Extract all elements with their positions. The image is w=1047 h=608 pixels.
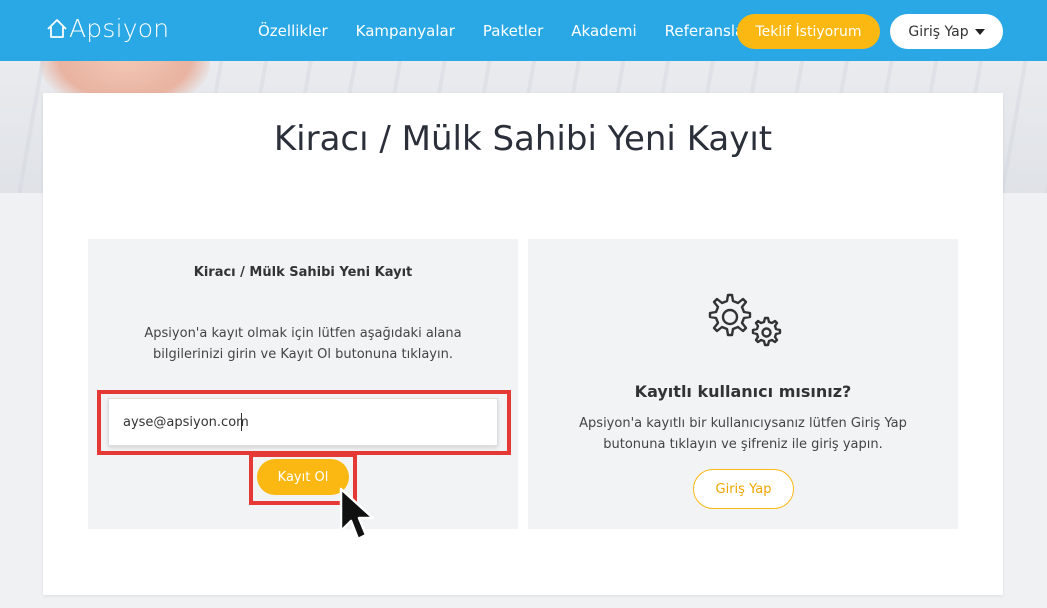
register-button[interactable]: Kayıt Ol (257, 459, 349, 495)
logo[interactable]: Apsiyon (46, 14, 169, 43)
nav-link-paketler[interactable]: Paketler (483, 22, 543, 40)
existing-user-text-line2: butonuna tıklayın ve şifreniz ile giriş … (603, 437, 883, 452)
register-instructions: Apsiyon'a kayıt olmak için lütfen aşağıd… (133, 323, 473, 365)
register-instructions-line2: bilgilerinizi girin ve Kayıt Ol butonuna… (153, 347, 453, 362)
existing-user-text-line1: Apsiyon'a kayıtlı bir kullanıcıysanız lü… (579, 416, 907, 431)
register-instructions-line1: Apsiyon'a kayıt olmak için lütfen aşağıd… (144, 326, 462, 341)
register-panel-heading: Kiracı / Mülk Sahibi Yeni Kayıt (193, 265, 413, 280)
logo-text: Apsiyon (69, 14, 170, 43)
existing-user-heading: Kayıtlı kullanıcı mısınız? (634, 382, 852, 401)
registration-card: Kiracı / Mülk Sahibi Yeni Kayıt Kiracı /… (43, 93, 1003, 595)
page-title: Kiracı / Mülk Sahibi Yeni Kayıt (273, 119, 773, 159)
nav-link-ozellikler[interactable]: Özellikler (258, 22, 328, 40)
offer-button[interactable]: Teklif İstiyorum (737, 14, 880, 49)
mouse-pointer-icon (339, 487, 375, 541)
home-icon (47, 18, 67, 38)
login-dropdown-label: Giriş Yap (908, 23, 969, 40)
top-navbar: Apsiyon Özellikler Kampanyalar Paketler … (0, 0, 1047, 61)
nav-link-kampanyalar[interactable]: Kampanyalar (356, 22, 455, 40)
existing-user-text: Apsiyon'a kayıtlı bir kullanıcıysanız lü… (568, 413, 918, 455)
text-cursor (241, 413, 242, 431)
login-dropdown-button[interactable]: Giriş Yap (890, 14, 1003, 49)
nav-links: Özellikler Kampanyalar Paketler Akademi … (258, 0, 778, 61)
panel-login-button[interactable]: Giriş Yap (693, 469, 794, 509)
gears-icon (708, 293, 782, 347)
nav-link-akademi[interactable]: Akademi (571, 22, 636, 40)
email-input[interactable] (108, 398, 498, 446)
caret-down-icon (974, 28, 985, 35)
